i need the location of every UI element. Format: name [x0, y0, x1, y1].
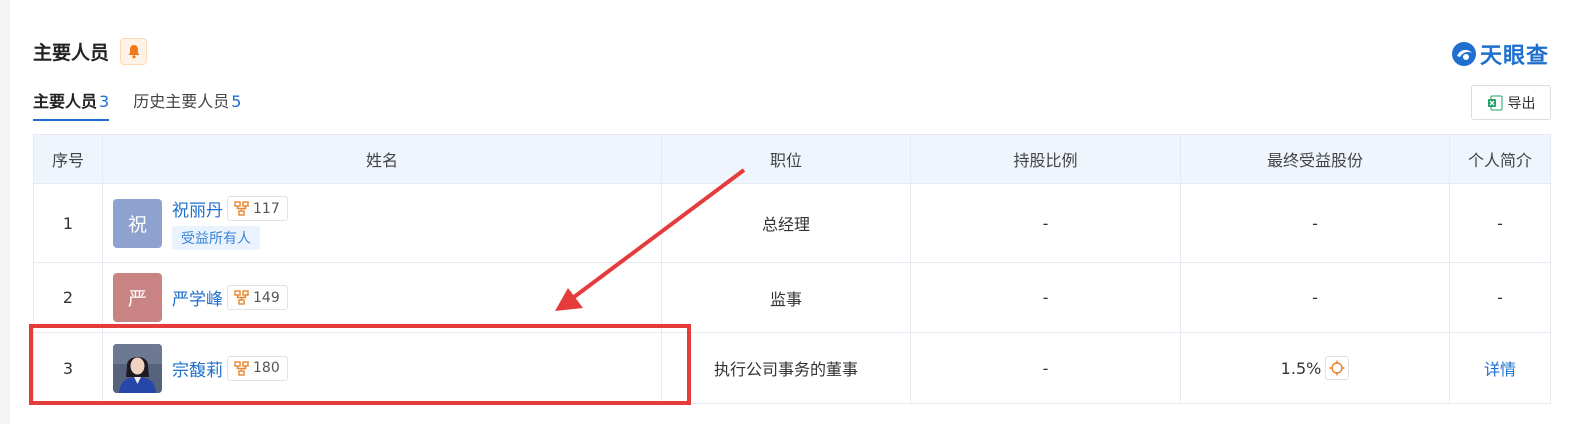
position-cell: 总经理 — [661, 183, 911, 263]
col-header-shareholding: 持股比例 — [910, 134, 1181, 184]
col-header-beneficial-shares: 最终受益股份 — [1180, 134, 1450, 184]
equity-penetration-button[interactable] — [1325, 356, 1350, 380]
row-index: 3 — [33, 332, 103, 404]
table-row: 2 严 严学峰 149 监事 - - - — [33, 262, 1551, 333]
target-icon — [1329, 360, 1345, 376]
row-index: 1 — [33, 183, 103, 263]
relation-graph-icon — [234, 360, 249, 376]
col-header-index: 序号 — [33, 134, 103, 184]
person-name-link[interactable]: 严学峰 — [172, 285, 223, 310]
tab-historical-personnel[interactable]: 历史主要人员 5 — [133, 88, 241, 121]
tianyancha-logo-icon — [1451, 42, 1476, 66]
name-cell: 宗馥莉 180 — [102, 332, 662, 404]
tab-label: 主要人员 — [33, 92, 98, 111]
section-title: 主要人员 — [33, 42, 110, 64]
shareholding-cell: - — [910, 183, 1181, 263]
beneficial-shares-cell: - — [1180, 183, 1450, 263]
export-button[interactable]: 导出 — [1471, 85, 1551, 120]
table-header-row: 序号 姓名 职位 持股比例 最终受益股份 个人简介 — [33, 134, 1551, 184]
relation-count-badge[interactable]: 117 — [227, 196, 288, 221]
profile-cell: 详情 — [1449, 332, 1551, 404]
position-cell: 执行公司事务的董事 — [661, 332, 911, 404]
profile-cell: - — [1449, 183, 1551, 263]
left-panel-edge — [0, 0, 10, 424]
relation-count: 149 — [253, 289, 280, 306]
avatar-photo[interactable] — [113, 343, 162, 393]
relation-graph-icon — [234, 201, 249, 216]
brand-name: 天眼查 — [1479, 44, 1549, 69]
name-cell: 严 严学峰 149 — [102, 262, 662, 333]
excel-icon — [1487, 95, 1502, 110]
shareholding-cell: - — [910, 332, 1181, 404]
beneficial-shares-cell: - — [1180, 262, 1450, 333]
person-photo-icon — [113, 343, 162, 393]
beneficial-shares-cell: 1.5% — [1180, 332, 1450, 404]
bell-icon — [128, 45, 140, 59]
tab-bar: 主要人员 3 历史主要人员 5 — [33, 88, 265, 121]
subscribe-bell-button[interactable] — [120, 38, 148, 65]
col-header-name: 姓名 — [102, 134, 662, 184]
relation-count: 117 — [253, 200, 280, 217]
avatar[interactable]: 祝 — [113, 198, 162, 248]
relation-count-badge[interactable]: 149 — [227, 285, 288, 310]
col-header-position: 职位 — [661, 134, 911, 184]
brand-logo: 天眼查 — [1451, 38, 1549, 70]
table-row: 3 宗馥莉 180 执行公司事务的董事 - 1.5% 详情 — [33, 332, 1551, 404]
relation-count: 180 — [253, 360, 280, 376]
name-cell: 祝 祝丽丹 117 受益所有人 — [102, 183, 662, 263]
tab-label: 历史主要人员 — [133, 92, 230, 111]
personnel-table: 序号 姓名 职位 持股比例 最终受益股份 个人简介 1 祝 祝丽丹 117 受益… — [33, 134, 1551, 404]
relation-graph-icon — [234, 290, 249, 305]
col-header-profile: 个人简介 — [1449, 134, 1551, 184]
tab-current-personnel[interactable]: 主要人员 3 — [33, 88, 110, 121]
avatar[interactable]: 严 — [113, 273, 162, 322]
relation-count-badge[interactable]: 180 — [227, 355, 288, 381]
profile-detail-link[interactable]: 详情 — [1484, 360, 1516, 379]
person-name-link[interactable]: 祝丽丹 — [172, 196, 223, 221]
shareholding-cell: - — [910, 262, 1181, 333]
beneficial-shares-value: 1.5% — [1280, 358, 1322, 378]
tab-count: 3 — [99, 92, 110, 111]
person-name-link[interactable]: 宗馥莉 — [172, 356, 223, 381]
tab-count: 5 — [231, 92, 242, 111]
position-cell: 监事 — [661, 262, 911, 333]
row-index: 2 — [33, 262, 103, 333]
profile-cell: - — [1449, 262, 1551, 333]
export-label: 导出 — [1507, 95, 1536, 112]
table-row: 1 祝 祝丽丹 117 受益所有人 总经理 - - - — [33, 183, 1551, 263]
section-header: 主要人员 — [33, 38, 148, 65]
beneficial-owner-tag: 受益所有人 — [172, 226, 260, 250]
